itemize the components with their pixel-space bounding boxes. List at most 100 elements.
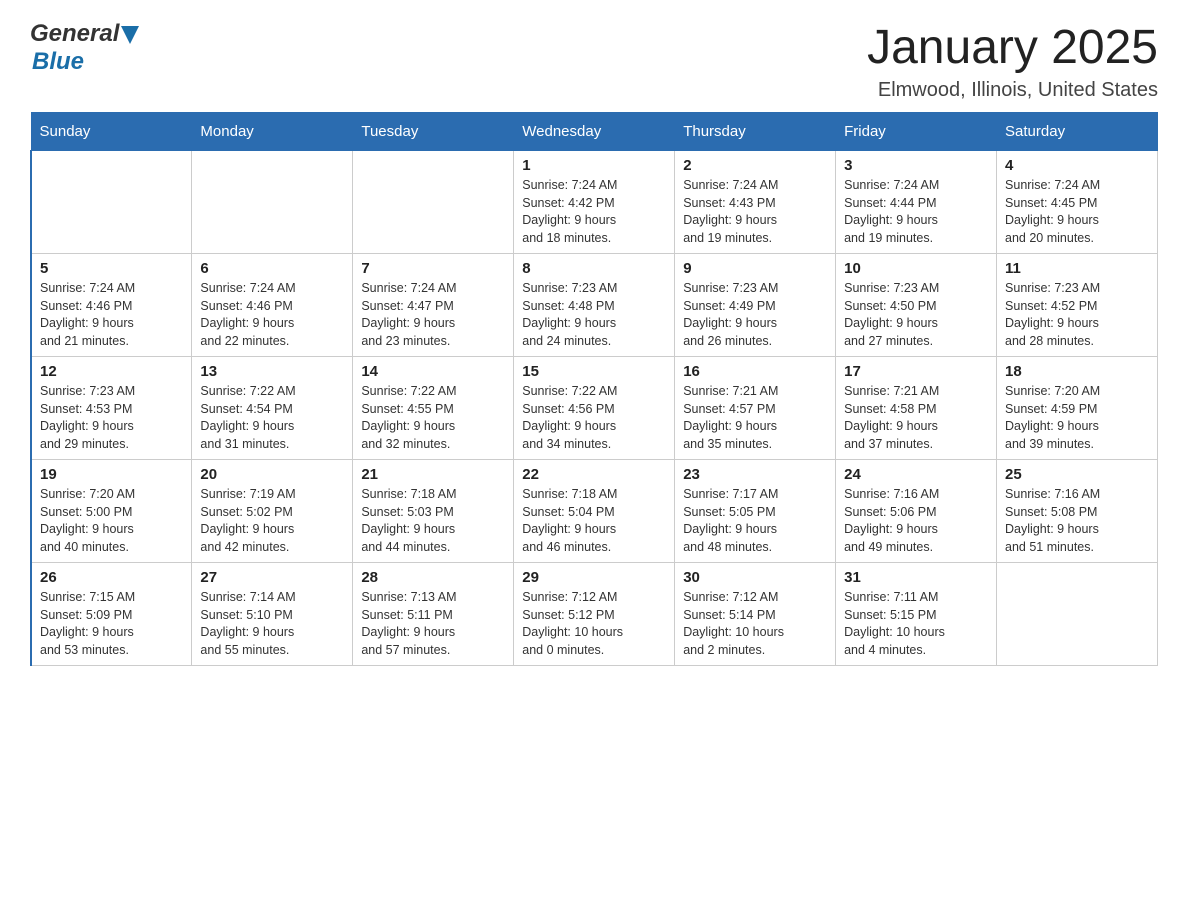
day-number: 14 [361, 363, 505, 380]
day-info: Sunrise: 7:16 AMSunset: 5:08 PMDaylight:… [1005, 486, 1149, 556]
calendar-cell: 12Sunrise: 7:23 AMSunset: 4:53 PMDayligh… [31, 357, 192, 460]
calendar-body: 1 Sunrise: 7:24 AMSunset: 4:42 PMDaylight… [31, 151, 1158, 666]
calendar-cell: 28 Sunrise: 7:13 AMSunset: 5:11 PMDayligh… [353, 563, 514, 666]
calendar-cell: 29Sunrise: 7:12 AMSunset: 5:12 PMDayligh… [514, 563, 675, 666]
day-number: 29 [522, 569, 666, 586]
calendar-cell: 1 Sunrise: 7:24 AMSunset: 4:42 PMDaylight… [514, 151, 675, 254]
calendar-cell: 5 Sunrise: 7:24 AMSunset: 4:46 PMDaylight… [31, 254, 192, 357]
day-number: 3 [844, 157, 988, 174]
logo-triangle-icon [121, 26, 139, 44]
calendar-cell: 24 Sunrise: 7:16 AMSunset: 5:06 PMDayligh… [836, 460, 997, 563]
calendar-cell: 6 Sunrise: 7:24 AMSunset: 4:46 PMDaylight… [192, 254, 353, 357]
calendar-cell: 22 Sunrise: 7:18 AMSunset: 5:04 PMDayligh… [514, 460, 675, 563]
days-of-week-row: Sunday Monday Tuesday Wednesday Thursday… [31, 113, 1158, 151]
calendar-table: Sunday Monday Tuesday Wednesday Thursday… [30, 112, 1158, 666]
logo-blue-text: Blue [32, 48, 84, 75]
calendar-cell: 25 Sunrise: 7:16 AMSunset: 5:08 PMDayligh… [997, 460, 1158, 563]
day-info: Sunrise: 7:24 AMSunset: 4:46 PMDaylight:… [200, 280, 344, 350]
day-number: 25 [1005, 466, 1149, 483]
calendar-cell [192, 151, 353, 254]
day-info: Sunrise: 7:16 AMSunset: 5:06 PMDaylight:… [844, 486, 988, 556]
day-number: 6 [200, 260, 344, 277]
logo: General Blue [30, 20, 139, 76]
calendar-cell [31, 151, 192, 254]
col-friday: Friday [836, 113, 997, 151]
calendar-cell: 15 Sunrise: 7:22 AMSunset: 4:56 PMDayligh… [514, 357, 675, 460]
day-info: Sunrise: 7:18 AMSunset: 5:03 PMDaylight:… [361, 486, 505, 556]
calendar-cell: 14 Sunrise: 7:22 AMSunset: 4:55 PMDayligh… [353, 357, 514, 460]
day-info: Sunrise: 7:24 AMSunset: 4:43 PMDaylight:… [683, 177, 827, 247]
col-sunday: Sunday [31, 113, 192, 151]
day-number: 24 [844, 466, 988, 483]
day-number: 21 [361, 466, 505, 483]
day-number: 5 [40, 260, 183, 277]
calendar-cell: 9 Sunrise: 7:23 AMSunset: 4:49 PMDaylight… [675, 254, 836, 357]
day-info: Sunrise: 7:23 AMSunset: 4:49 PMDaylight:… [683, 280, 827, 350]
day-info: Sunrise: 7:22 AMSunset: 4:54 PMDaylight:… [200, 383, 344, 453]
day-info: Sunrise: 7:20 AMSunset: 5:00 PMDaylight:… [40, 486, 183, 556]
day-number: 17 [844, 363, 988, 380]
day-number: 28 [361, 569, 505, 586]
day-info: Sunrise: 7:13 AMSunset: 5:11 PMDaylight:… [361, 589, 505, 659]
location-title: Elmwood, Illinois, United States [867, 79, 1158, 102]
calendar-cell: 3Sunrise: 7:24 AMSunset: 4:44 PMDaylight… [836, 151, 997, 254]
day-number: 1 [522, 157, 666, 174]
day-info: Sunrise: 7:24 AMSunset: 4:47 PMDaylight:… [361, 280, 505, 350]
day-number: 13 [200, 363, 344, 380]
day-info: Sunrise: 7:17 AMSunset: 5:05 PMDaylight:… [683, 486, 827, 556]
calendar-cell: 4Sunrise: 7:24 AMSunset: 4:45 PMDaylight… [997, 151, 1158, 254]
calendar-cell: 23 Sunrise: 7:17 AMSunset: 5:05 PMDayligh… [675, 460, 836, 563]
day-info: Sunrise: 7:15 AMSunset: 5:09 PMDaylight:… [40, 589, 183, 659]
day-number: 23 [683, 466, 827, 483]
calendar-week-3: 12Sunrise: 7:23 AMSunset: 4:53 PMDayligh… [31, 357, 1158, 460]
day-info: Sunrise: 7:21 AMSunset: 4:57 PMDaylight:… [683, 383, 827, 453]
day-number: 10 [844, 260, 988, 277]
day-info: Sunrise: 7:22 AMSunset: 4:55 PMDaylight:… [361, 383, 505, 453]
day-number: 8 [522, 260, 666, 277]
calendar-cell: 18 Sunrise: 7:20 AMSunset: 4:59 PMDayligh… [997, 357, 1158, 460]
day-number: 31 [844, 569, 988, 586]
title-section: January 2025 Elmwood, Illinois, United S… [867, 20, 1158, 102]
day-info: Sunrise: 7:23 AMSunset: 4:53 PMDaylight:… [40, 383, 183, 453]
calendar-cell: 21 Sunrise: 7:18 AMSunset: 5:03 PMDayligh… [353, 460, 514, 563]
calendar-cell: 27Sunrise: 7:14 AMSunset: 5:10 PMDayligh… [192, 563, 353, 666]
day-info: Sunrise: 7:24 AMSunset: 4:45 PMDaylight:… [1005, 177, 1149, 247]
calendar-header: Sunday Monday Tuesday Wednesday Thursday… [31, 113, 1158, 151]
col-tuesday: Tuesday [353, 113, 514, 151]
day-info: Sunrise: 7:19 AMSunset: 5:02 PMDaylight:… [200, 486, 344, 556]
calendar-cell: 17 Sunrise: 7:21 AMSunset: 4:58 PMDayligh… [836, 357, 997, 460]
day-number: 9 [683, 260, 827, 277]
day-info: Sunrise: 7:23 AMSunset: 4:48 PMDaylight:… [522, 280, 666, 350]
day-number: 30 [683, 569, 827, 586]
day-number: 11 [1005, 260, 1149, 277]
day-info: Sunrise: 7:23 AMSunset: 4:52 PMDaylight:… [1005, 280, 1149, 350]
day-number: 2 [683, 157, 827, 174]
calendar-week-1: 1 Sunrise: 7:24 AMSunset: 4:42 PMDaylight… [31, 151, 1158, 254]
day-number: 26 [40, 569, 183, 586]
day-info: Sunrise: 7:21 AMSunset: 4:58 PMDaylight:… [844, 383, 988, 453]
day-number: 7 [361, 260, 505, 277]
day-number: 15 [522, 363, 666, 380]
day-info: Sunrise: 7:12 AMSunset: 5:14 PMDaylight:… [683, 589, 827, 659]
day-info: Sunrise: 7:20 AMSunset: 4:59 PMDaylight:… [1005, 383, 1149, 453]
calendar-cell: 19 Sunrise: 7:20 AMSunset: 5:00 PMDayligh… [31, 460, 192, 563]
day-info: Sunrise: 7:18 AMSunset: 5:04 PMDaylight:… [522, 486, 666, 556]
col-wednesday: Wednesday [514, 113, 675, 151]
calendar-week-5: 26 Sunrise: 7:15 AMSunset: 5:09 PMDayligh… [31, 563, 1158, 666]
day-info: Sunrise: 7:24 AMSunset: 4:46 PMDaylight:… [40, 280, 183, 350]
calendar-cell: 8 Sunrise: 7:23 AMSunset: 4:48 PMDaylight… [514, 254, 675, 357]
day-info: Sunrise: 7:24 AMSunset: 4:42 PMDaylight:… [522, 177, 666, 247]
day-number: 16 [683, 363, 827, 380]
col-thursday: Thursday [675, 113, 836, 151]
page-header: General Blue January 2025 Elmwood, Illin… [30, 20, 1158, 102]
calendar-cell: 7 Sunrise: 7:24 AMSunset: 4:47 PMDaylight… [353, 254, 514, 357]
calendar-cell: 26 Sunrise: 7:15 AMSunset: 5:09 PMDayligh… [31, 563, 192, 666]
calendar-cell: 30 Sunrise: 7:12 AMSunset: 5:14 PMDayligh… [675, 563, 836, 666]
day-number: 22 [522, 466, 666, 483]
calendar-cell: 2 Sunrise: 7:24 AMSunset: 4:43 PMDaylight… [675, 151, 836, 254]
day-number: 27 [200, 569, 344, 586]
day-number: 18 [1005, 363, 1149, 380]
day-number: 19 [40, 466, 183, 483]
day-info: Sunrise: 7:22 AMSunset: 4:56 PMDaylight:… [522, 383, 666, 453]
calendar-cell: 31Sunrise: 7:11 AMSunset: 5:15 PMDayligh… [836, 563, 997, 666]
